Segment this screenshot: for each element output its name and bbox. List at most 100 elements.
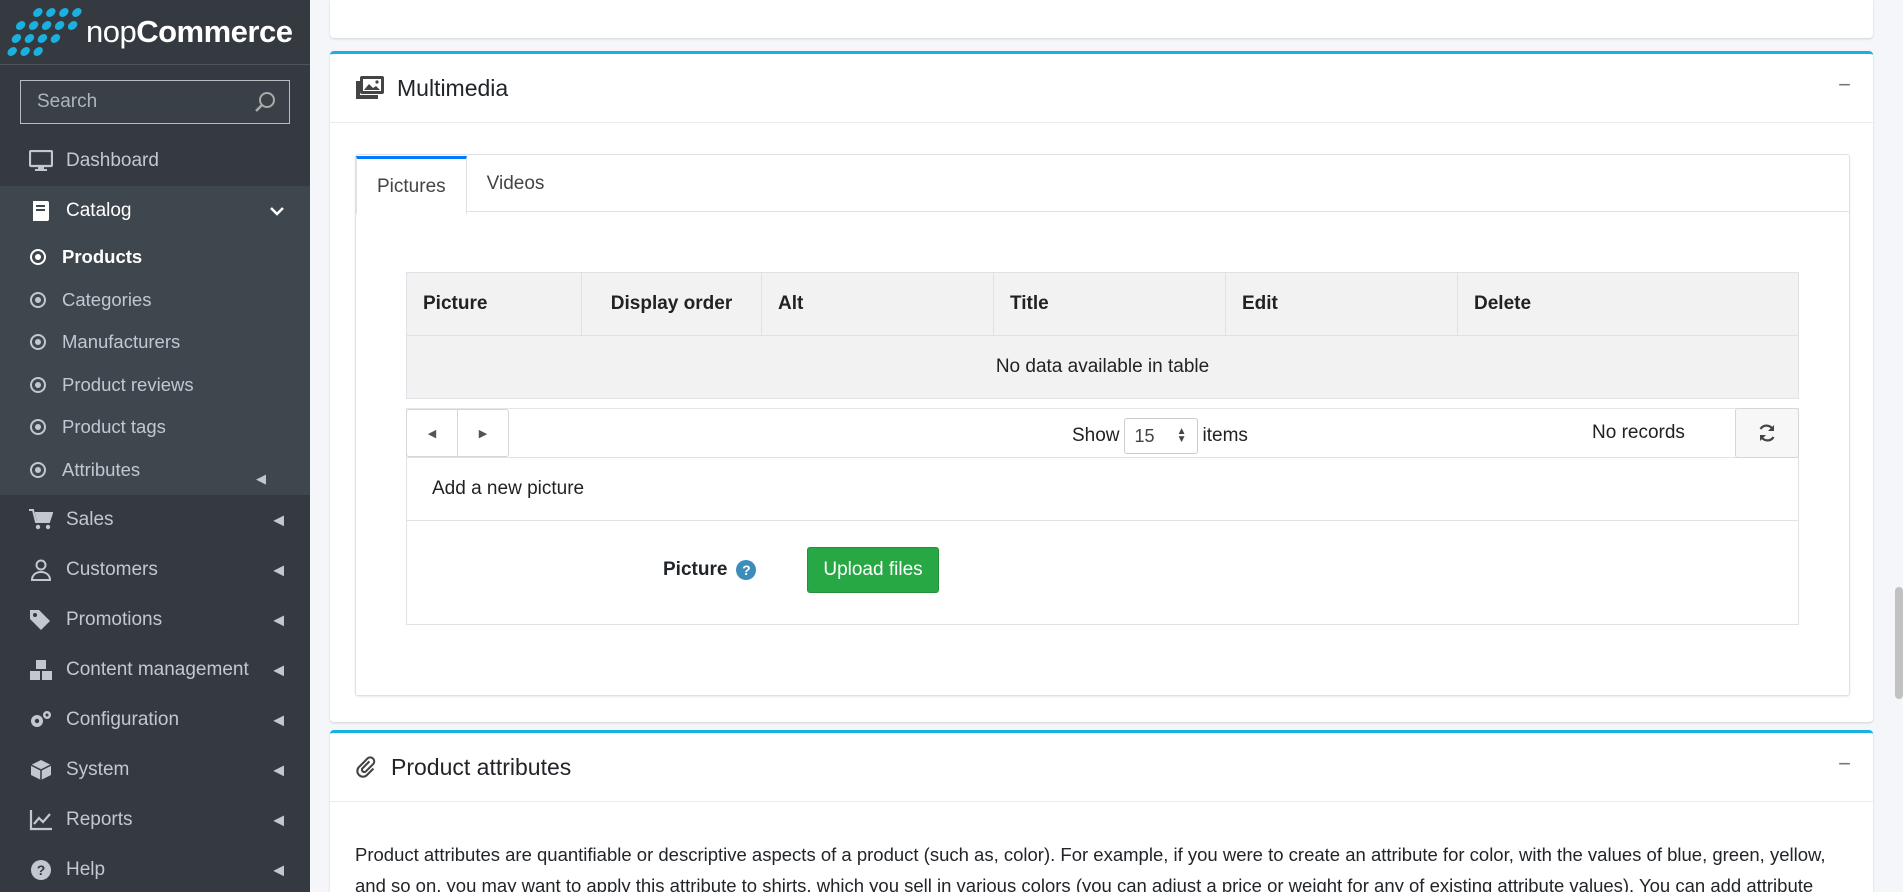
pager: ◀ ▶ Show 15 ▲ ▼ items No records bbox=[406, 408, 1799, 458]
svg-text:?: ? bbox=[37, 862, 46, 878]
card-title: Multimedia bbox=[397, 74, 509, 101]
cart-icon bbox=[28, 509, 54, 531]
search-icon[interactable] bbox=[253, 90, 277, 114]
column-header[interactable]: Picture bbox=[406, 272, 582, 336]
sidebar-item-reports[interactable]: Reports ◀ bbox=[0, 795, 310, 845]
sidebar-item-label: Product tags bbox=[62, 416, 166, 438]
chevron-left-icon: ◀ bbox=[273, 661, 284, 678]
card-title: Product attributes bbox=[391, 753, 572, 780]
cubes-icon bbox=[28, 659, 54, 681]
chevron-left-icon: ◀ bbox=[273, 511, 284, 528]
page-size-select[interactable]: 15 ▲ ▼ bbox=[1123, 418, 1198, 454]
empty-table-message: No data available in table bbox=[406, 335, 1799, 399]
brand-logo[interactable]: nopCommerce bbox=[0, 0, 310, 65]
sidebar-item-manufacturers[interactable]: Manufacturers bbox=[0, 321, 310, 364]
sidebar-item-customers[interactable]: Customers ◀ bbox=[0, 545, 310, 595]
sidebar-item-label: Products bbox=[62, 246, 143, 268]
sidebar-item-attributes[interactable]: Attributes ◀ bbox=[0, 449, 310, 492]
upload-files-button[interactable]: Upload files bbox=[807, 547, 939, 593]
sidebar-item-label: Dashboard bbox=[66, 150, 159, 171]
prev-page-button[interactable]: ◀ bbox=[407, 410, 457, 456]
show-label: Show bbox=[1072, 425, 1120, 446]
sidebar-item-product-reviews[interactable]: Product reviews bbox=[0, 364, 310, 407]
collapse-button[interactable]: − bbox=[1838, 72, 1851, 98]
product-attributes-card: Product attributes − Product attributes … bbox=[330, 730, 1873, 892]
sidebar-item-system[interactable]: System ◀ bbox=[0, 745, 310, 795]
gears-icon bbox=[28, 709, 54, 731]
tab-strip: Pictures Videos bbox=[356, 155, 1849, 214]
help-icon[interactable]: ? bbox=[736, 560, 757, 580]
product-attributes-card-header[interactable]: Product attributes − bbox=[330, 733, 1873, 802]
circle-dot-icon bbox=[30, 461, 46, 478]
sidebar-item-label: Configuration bbox=[66, 709, 180, 730]
chevron-down-icon bbox=[270, 203, 284, 219]
sidebar-item-label: Customers bbox=[66, 559, 158, 580]
circle-dot-icon bbox=[30, 419, 46, 436]
search-input[interactable] bbox=[35, 90, 239, 114]
sidebar-item-label: Content management bbox=[66, 659, 249, 680]
sidebar-item-help[interactable]: ? Help ◀ bbox=[0, 845, 310, 892]
add-picture-panel: Add a new picture Picture ? Upload files bbox=[406, 457, 1799, 625]
book-icon bbox=[28, 200, 54, 222]
sidebar-item-label: Catalog bbox=[66, 200, 132, 221]
brand-name: nopCommerce bbox=[86, 14, 293, 49]
sidebar-item-product-tags[interactable]: Product tags bbox=[0, 406, 310, 449]
page-size-value: 15 bbox=[1134, 425, 1155, 446]
sidebar-item-products[interactable]: Products bbox=[0, 236, 310, 279]
catalog-submenu: Products Categories Manufacturers Produc… bbox=[0, 236, 310, 495]
pictures-table: Picture Display order Alt Title Edit Del… bbox=[406, 272, 1799, 399]
tab-pictures[interactable]: Pictures bbox=[356, 156, 467, 214]
tab-videos[interactable]: Videos bbox=[467, 156, 565, 212]
line-chart-icon bbox=[28, 809, 54, 831]
refresh-button[interactable] bbox=[1735, 408, 1799, 458]
circle-dot-icon bbox=[30, 376, 46, 393]
images-icon bbox=[356, 76, 384, 99]
sidebar-item-configuration[interactable]: Configuration ◀ bbox=[0, 695, 310, 745]
column-header[interactable]: Edit bbox=[1225, 272, 1458, 336]
chevron-left-icon: ◀ bbox=[273, 761, 284, 778]
sidebar-item-label: Categories bbox=[62, 288, 152, 310]
cube-icon bbox=[28, 759, 54, 781]
items-label: items bbox=[1202, 425, 1248, 446]
multimedia-card: Multimedia − Pictures Videos Picture Dis… bbox=[330, 51, 1873, 722]
page-size-control: Show 15 ▲ ▼ items bbox=[1072, 418, 1248, 454]
chevron-left-icon: ◀ bbox=[273, 711, 284, 728]
caret-right-icon: ▶ bbox=[478, 427, 488, 440]
sidebar-item-label: Manufacturers bbox=[62, 331, 181, 353]
scrollbar-thumb[interactable] bbox=[1895, 587, 1903, 699]
logo-dots-icon bbox=[6, 8, 84, 56]
column-header[interactable]: Delete bbox=[1457, 272, 1799, 336]
sidebar-item-categories[interactable]: Categories bbox=[0, 279, 310, 322]
refresh-icon bbox=[1759, 424, 1775, 442]
column-header[interactable]: Alt bbox=[761, 272, 994, 336]
add-picture-title: Add a new picture bbox=[407, 458, 1798, 521]
sidebar-item-label: Sales bbox=[66, 509, 114, 530]
sidebar-item-label: Help bbox=[66, 859, 106, 880]
circle-dot-icon bbox=[30, 334, 46, 351]
records-info: No records bbox=[1592, 422, 1685, 443]
circle-dot-icon bbox=[30, 291, 46, 308]
sidebar-item-promotions[interactable]: Promotions ◀ bbox=[0, 595, 310, 645]
user-icon bbox=[28, 559, 54, 581]
column-header[interactable]: Title bbox=[993, 272, 1226, 336]
sidebar-item-label: Attributes bbox=[62, 458, 141, 480]
chevron-left-icon: ◀ bbox=[273, 861, 284, 878]
add-picture-body: Picture ? Upload files bbox=[407, 521, 1798, 624]
collapse-button[interactable]: − bbox=[1838, 751, 1851, 777]
caret-left-icon: ◀ bbox=[427, 427, 437, 440]
column-header[interactable]: Display order bbox=[581, 272, 762, 336]
sort-arrows-icon: ▲ ▼ bbox=[1176, 426, 1187, 445]
sidebar-item-dashboard[interactable]: Dashboard bbox=[0, 136, 310, 186]
previous-card-bottom bbox=[330, 0, 1873, 38]
sidebar-item-catalog[interactable]: Catalog bbox=[0, 186, 310, 236]
chevron-left-icon: ◀ bbox=[273, 611, 284, 628]
picture-field-label: Picture ? bbox=[663, 559, 757, 581]
next-page-button[interactable]: ▶ bbox=[457, 410, 508, 456]
sidebar-item-label: Reports bbox=[66, 809, 133, 830]
chevron-left-icon: ◀ bbox=[256, 471, 266, 486]
sidebar-item-sales[interactable]: Sales ◀ bbox=[0, 495, 310, 545]
sidebar-item-content-management[interactable]: Content management ◀ bbox=[0, 645, 310, 695]
question-circle-icon: ? bbox=[28, 859, 54, 881]
multimedia-card-header[interactable]: Multimedia − bbox=[330, 54, 1873, 123]
sidebar-nav: Dashboard Catalog Products Categories Ma… bbox=[0, 136, 310, 892]
